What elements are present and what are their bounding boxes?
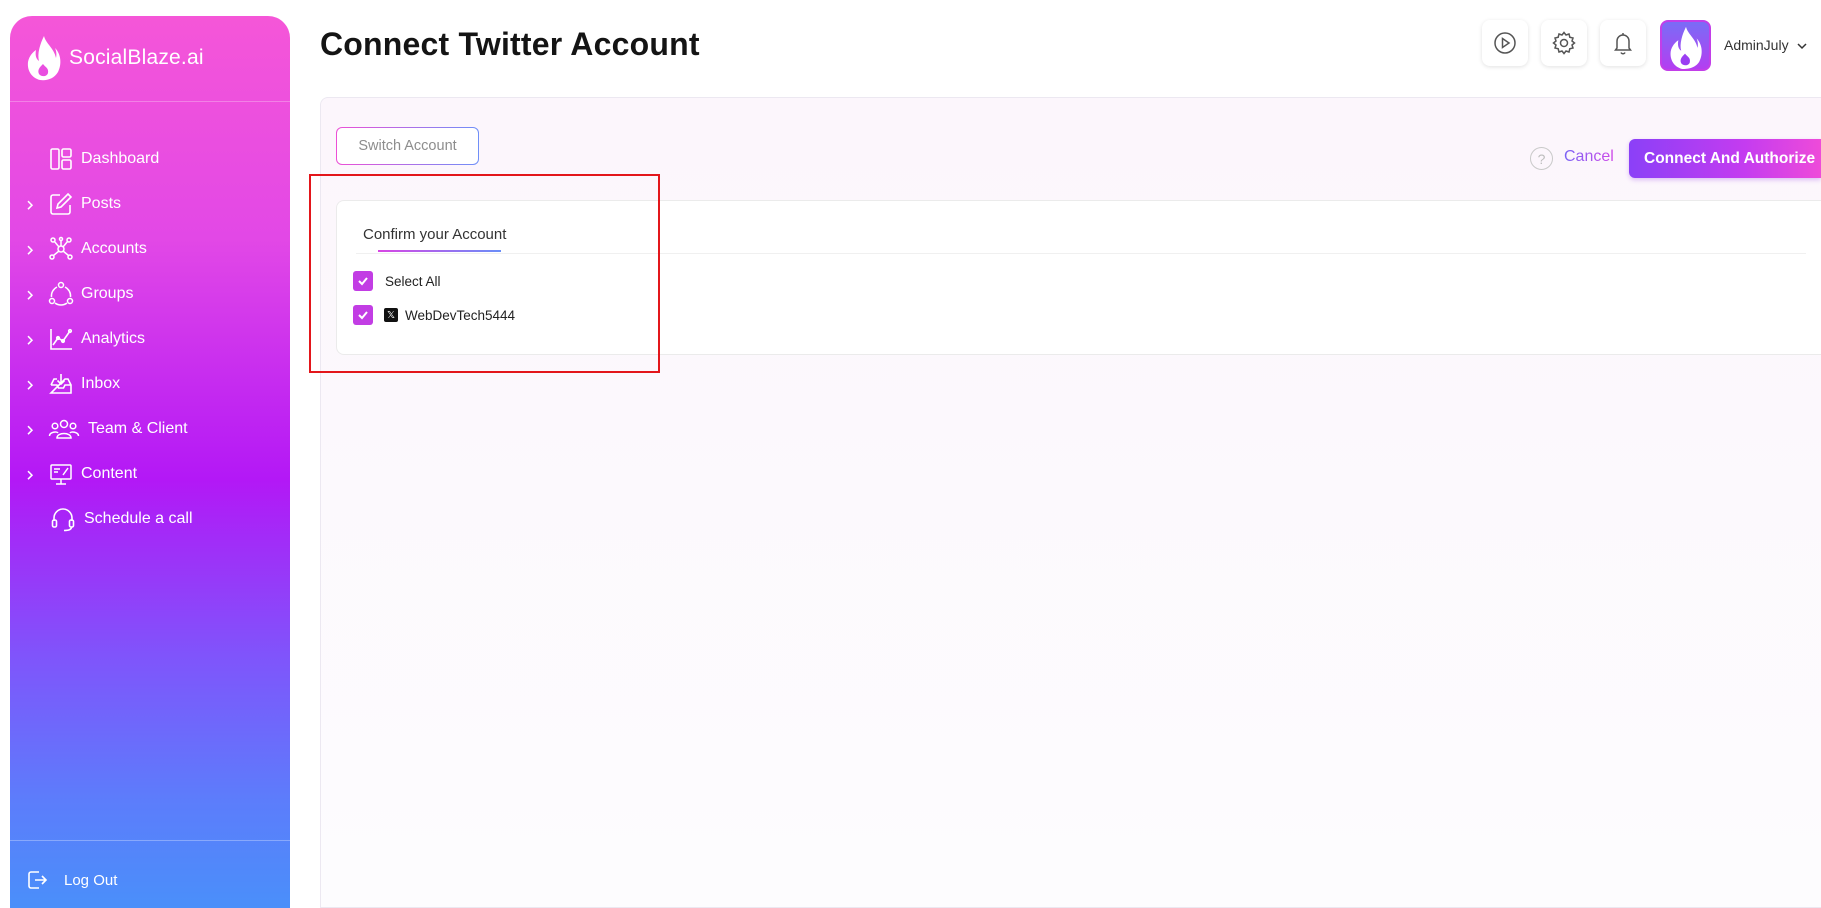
sidebar-divider bbox=[10, 101, 290, 102]
chevron-right-icon bbox=[27, 290, 34, 300]
brand[interactable]: SocialBlaze.ai bbox=[24, 34, 204, 82]
sidebar-item-groups[interactable]: Groups bbox=[10, 271, 290, 316]
team-icon bbox=[48, 419, 80, 439]
group-icon bbox=[48, 281, 74, 306]
sidebar-item-posts[interactable]: Posts bbox=[10, 181, 290, 226]
sidebar-item-label: Analytics bbox=[81, 329, 146, 347]
flame-logo-icon bbox=[27, 36, 61, 81]
page-title: Connect Twitter Account bbox=[320, 26, 700, 62]
sidebar-item-label: Posts bbox=[81, 194, 122, 212]
dashboard-icon bbox=[50, 147, 72, 170]
inbox-icon bbox=[49, 373, 72, 394]
connect-authorize-button[interactable]: Connect And Authorize bbox=[1629, 139, 1821, 178]
edit-icon bbox=[50, 192, 73, 215]
sidebar: SocialBlaze.ai Dashboard Posts Accounts … bbox=[10, 16, 290, 908]
bell-icon bbox=[1614, 33, 1632, 55]
sidebar-item-label: Inbox bbox=[81, 374, 121, 392]
sidebar-item-label: Groups bbox=[81, 284, 134, 302]
sidebar-divider bbox=[10, 840, 290, 841]
help-icon[interactable]: ? bbox=[1530, 147, 1553, 170]
sidebar-item-team-client[interactable]: Team & Client bbox=[10, 406, 290, 451]
flame-avatar-icon bbox=[1670, 26, 1702, 69]
gear-icon bbox=[1552, 31, 1576, 55]
sidebar-item-analytics[interactable]: Analytics bbox=[10, 316, 290, 361]
chevron-right-icon bbox=[27, 335, 34, 345]
highlight-box bbox=[309, 174, 660, 373]
brand-name: SocialBlaze.ai bbox=[69, 46, 204, 69]
user-name[interactable]: AdminJuly bbox=[1724, 37, 1789, 53]
sidebar-item-label: Dashboard bbox=[81, 149, 160, 167]
sidebar-item-label: Accounts bbox=[81, 239, 147, 257]
sidebar-item-label: Schedule a call bbox=[84, 509, 193, 527]
chevron-right-icon bbox=[27, 470, 34, 480]
sidebar-item-accounts[interactable]: Accounts bbox=[10, 226, 290, 271]
app-root: SocialBlaze.ai Dashboard Posts Accounts … bbox=[0, 0, 1821, 908]
chevron-right-icon bbox=[27, 380, 34, 390]
sidebar-nav: Dashboard Posts Accounts Groups Analytic… bbox=[10, 136, 290, 541]
chevron-right-icon bbox=[27, 425, 34, 435]
tutorial-button[interactable] bbox=[1482, 20, 1528, 66]
logout-label: Log Out bbox=[64, 871, 118, 889]
switch-account-button[interactable]: Switch Account bbox=[336, 127, 479, 165]
sidebar-item-inbox[interactable]: Inbox bbox=[10, 361, 290, 406]
chevron-down-icon[interactable] bbox=[1796, 40, 1808, 52]
sidebar-item-label: Content bbox=[81, 464, 138, 482]
headset-icon bbox=[51, 507, 75, 531]
avatar[interactable] bbox=[1660, 20, 1711, 71]
logout-icon bbox=[28, 871, 48, 889]
logout-button[interactable]: Log Out bbox=[26, 869, 117, 891]
cancel-button[interactable]: Cancel bbox=[1564, 148, 1614, 166]
sidebar-item-dashboard[interactable]: Dashboard bbox=[10, 136, 290, 181]
analytics-icon bbox=[50, 328, 73, 350]
sidebar-item-label: Team & Client bbox=[88, 419, 188, 437]
play-icon bbox=[1494, 32, 1516, 54]
chevron-right-icon bbox=[27, 245, 34, 255]
chevron-right-icon bbox=[27, 200, 34, 210]
sidebar-item-content[interactable]: Content bbox=[10, 451, 290, 496]
network-icon bbox=[49, 236, 73, 260]
content-icon bbox=[50, 463, 72, 485]
sidebar-item-schedule-call[interactable]: Schedule a call bbox=[10, 496, 290, 541]
settings-button[interactable] bbox=[1541, 20, 1587, 66]
notifications-button[interactable] bbox=[1600, 20, 1646, 66]
